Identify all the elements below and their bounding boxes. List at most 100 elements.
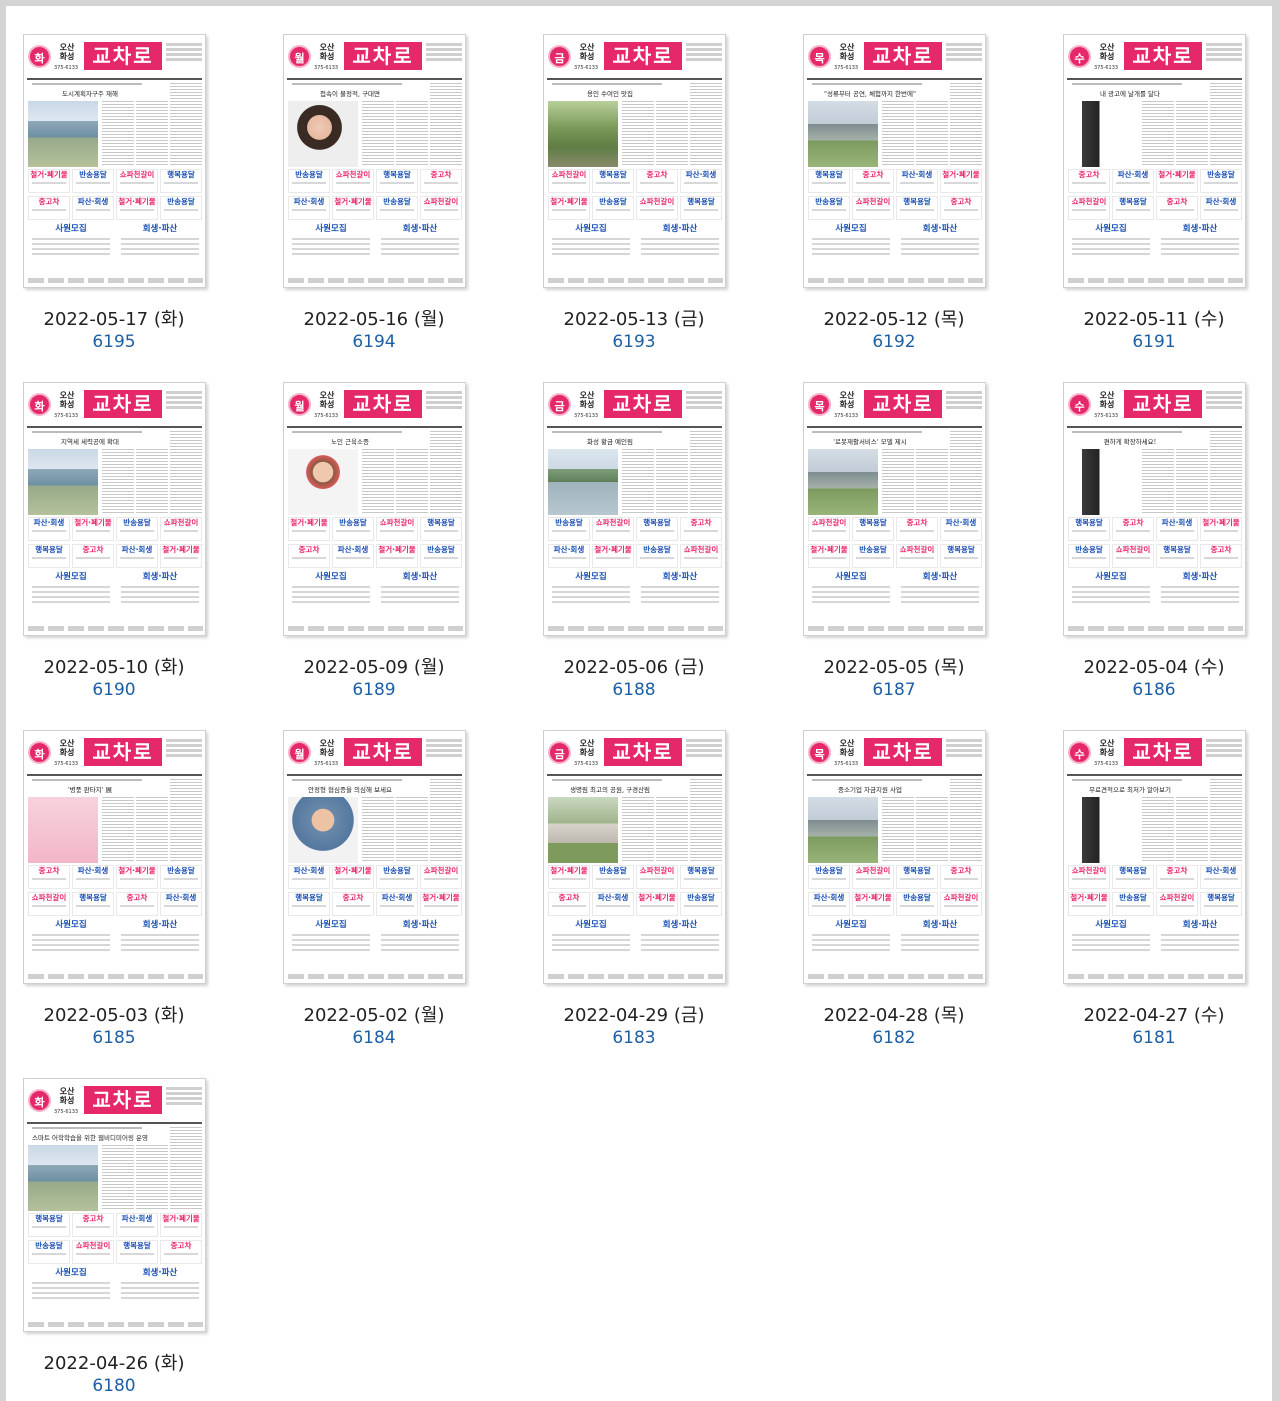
- day-badge: 목: [808, 393, 831, 416]
- issue-thumbnail[interactable]: 월 오산 화성 375-6133 교차로 안정형 협심증을 의심해 보세요 파산·…: [283, 730, 466, 984]
- rehab-ad: 회생·파산: [377, 223, 463, 275]
- classified-ad: 중고차: [160, 1240, 202, 1264]
- issue-card: 월 오산 화성 375-6133 교차로 노인 근육소증 철거·폐기물 반송용달 쇼파…: [274, 372, 474, 702]
- issue-thumbnail[interactable]: 월 오산 화성 375-6133 교차로 노인 근육소증 철거·폐기물 반송용달 쇼파…: [283, 382, 466, 636]
- day-badge: 목: [808, 741, 831, 764]
- front-headline: "성류부터 공연, 체험까지 한번에": [824, 90, 916, 98]
- rehab-ad: 회생·파산: [637, 571, 723, 623]
- issue-number-link[interactable]: 6185: [14, 1028, 214, 1048]
- issue-number-link[interactable]: 6182: [794, 1028, 994, 1048]
- issue-card: 목 오산 화성 375-6133 교차로 "성류부터 공연, 체험까지 한번에" …: [794, 24, 994, 354]
- classified-ad: 행복용달: [1068, 517, 1110, 541]
- issue-thumbnail[interactable]: 수 오산 화성 375-6133 교차로 편하게 확장하세요! 행복용달 중고차 파산…: [1063, 382, 1246, 636]
- headline-kicker: [292, 83, 402, 85]
- masthead-side-text: [1206, 43, 1242, 63]
- masthead: 수 오산 화성 375-6133 교차로: [1067, 386, 1242, 424]
- classified-ad: 행복용달: [1200, 892, 1242, 916]
- footer-strip: [808, 626, 983, 631]
- issue-thumbnail[interactable]: 화 오산 화성 375-6133 교차로 '병풍 판타지' 展 중고차 파산·회생 철…: [23, 730, 206, 984]
- classified-ad: 행복용달: [896, 196, 938, 220]
- classified-ad: 중고차: [680, 517, 722, 541]
- masthead: 목 오산 화성 375-6133 교차로: [807, 386, 982, 424]
- issue-thumbnail[interactable]: 금 오산 화성 375-6133 교차로 생명림 최고의 공원, 구경산림 철거·…: [543, 730, 726, 984]
- issue-thumbnail[interactable]: 목 오산 화성 375-6133 교차로 '로봇재활서비스' 모델 제시 쇼파천갈…: [803, 382, 986, 636]
- masthead-phone: 375-6133: [834, 413, 859, 419]
- rehab-ad: 회생·파산: [117, 1267, 203, 1319]
- headline-kicker: [32, 83, 142, 85]
- front-headline: 접속이 불정적, 구대면: [319, 90, 381, 98]
- issue-card: 금 오산 화성 375-6133 교차로 생명림 최고의 공원, 구경산림 철거·…: [534, 720, 734, 1050]
- issue-thumbnail[interactable]: 화 오산 화성 375-6133 교차로 지역세 세력공에 확대 파산·회생 철거·…: [23, 382, 206, 636]
- masthead: 화 오산 화성 375-6133 교차로: [27, 386, 202, 424]
- classified-ad: 쇼파천갈이: [852, 865, 894, 889]
- classified-ad: 반송용달: [72, 169, 114, 193]
- issue-thumbnail[interactable]: 금 오산 화성 375-6133 교차로 화성 황금 예인림 반송용달 쇼파천갈이 행…: [543, 382, 726, 636]
- classified-ad: 쇼파천갈이: [1156, 892, 1198, 916]
- classified-ad: 중고차: [940, 196, 982, 220]
- issue-number-link[interactable]: 6186: [1054, 680, 1254, 700]
- recruit-ad: 사원모집: [288, 223, 374, 275]
- masthead: 금 오산 화성 375-6133 교차로: [547, 386, 722, 424]
- issue-number-link[interactable]: 6190: [14, 680, 214, 700]
- rehab-ad: 회생·파산: [1157, 919, 1243, 971]
- recruit-band: 사원모집 회생·파산: [28, 919, 203, 971]
- issue-thumbnail[interactable]: 금 오산 화성 375-6133 교차로 용인 수여인 맛집 쇼파천갈이 행복용달 중…: [543, 34, 726, 288]
- rehab-ad: 회생·파산: [637, 223, 723, 275]
- issue-number-link[interactable]: 6180: [14, 1376, 214, 1396]
- masthead-city: 오산 화성: [59, 1087, 75, 1105]
- issue-date: 2022-05-13 (금): [563, 309, 705, 330]
- masthead-side-text: [686, 43, 722, 63]
- issue-number-link[interactable]: 6191: [1054, 332, 1254, 352]
- issue-thumbnail[interactable]: 목 오산 화성 375-6133 교차로 중소기업 자금지원 사업 반송용달 쇼파천…: [803, 730, 986, 984]
- issue-number-link[interactable]: 6188: [534, 680, 734, 700]
- footer-strip: [1068, 278, 1243, 283]
- classified-ad: 중고차: [1156, 196, 1198, 220]
- text-column: [1176, 797, 1208, 863]
- classified-ad: 중고차: [332, 892, 374, 916]
- classified-ad: 행복용달: [1156, 544, 1198, 568]
- masthead: 목 오산 화성 375-6133 교차로: [807, 38, 982, 76]
- issue-thumbnail[interactable]: 수 오산 화성 375-6133 교차로 내 광고에 날개를 달다 중고차 파산·회…: [1063, 34, 1246, 288]
- text-column: [916, 101, 948, 167]
- classified-ad: 철거·폐기물: [1200, 517, 1242, 541]
- issue-number-link[interactable]: 6195: [14, 332, 214, 352]
- recruit-band: 사원모집 회생·파산: [28, 223, 203, 275]
- text-column: [622, 797, 654, 863]
- issue-thumbnail[interactable]: 화 오산 화성 375-6133 교차로 도시계획자구주 재해 철거·폐기물 반송용…: [23, 34, 206, 288]
- classified-ads: 쇼파천갈이 행복용달 중고차 파산·회생 철거·폐기물 반송용달 쇼파천갈이 행복용달: [548, 169, 723, 221]
- issue-thumbnail[interactable]: 목 오산 화성 375-6133 교차로 "성류부터 공연, 체험까지 한번에" …: [803, 34, 986, 288]
- classified-ad: 반송용달: [332, 517, 374, 541]
- classified-ad: 행복용달: [116, 1240, 158, 1264]
- masthead-city: 오산 화성: [319, 739, 335, 757]
- masthead-city: 오산 화성: [1099, 43, 1115, 61]
- classified-ad: 파산·회생: [160, 892, 202, 916]
- issue-number-link[interactable]: 6184: [274, 1028, 474, 1048]
- classified-ad: 중고차: [548, 892, 590, 916]
- classified-ad: 철거·폐기물: [332, 196, 374, 220]
- issue-number-link[interactable]: 6189: [274, 680, 474, 700]
- classified-ad: 반송용달: [160, 196, 202, 220]
- classified-ad: 파산·회생: [940, 517, 982, 541]
- issue-number-link[interactable]: 6194: [274, 332, 474, 352]
- classified-ad: 행복용달: [28, 544, 70, 568]
- text-column: [102, 797, 134, 863]
- issue-thumbnail[interactable]: 월 오산 화성 375-6133 교차로 접속이 불정적, 구대면 반송용달 쇼파천…: [283, 34, 466, 288]
- classified-ad: 파산·회생: [548, 544, 590, 568]
- front-headline: '병풍 판타지' 展: [67, 786, 113, 794]
- issue-number-link[interactable]: 6183: [534, 1028, 734, 1048]
- issue-number-link[interactable]: 6192: [794, 332, 994, 352]
- issue-thumbnail[interactable]: 수 오산 화성 375-6133 교차로 무료견적으로 최저가 알아보기 쇼파천갈…: [1063, 730, 1246, 984]
- masthead: 월 오산 화성 375-6133 교차로: [287, 734, 462, 772]
- masthead-rule: [1067, 426, 1242, 428]
- classified-ad: 철거·폐기물: [72, 517, 114, 541]
- classified-ad: 중고차: [116, 892, 158, 916]
- recruit-band: 사원모집 회생·파산: [28, 1267, 203, 1319]
- classified-ad: 쇼파천갈이: [332, 169, 374, 193]
- issue-number-link[interactable]: 6187: [794, 680, 994, 700]
- classified-ad: 철거·폐기물: [548, 865, 590, 889]
- issue-number-link[interactable]: 6193: [534, 332, 734, 352]
- issue-thumbnail[interactable]: 화 오산 화성 375-6133 교차로 스마트 어학학습을 위한 웹비디미어링 …: [23, 1078, 206, 1332]
- issue-number-link[interactable]: 6181: [1054, 1028, 1254, 1048]
- front-photo: [288, 449, 358, 515]
- masthead-phone: 375-6133: [574, 413, 599, 419]
